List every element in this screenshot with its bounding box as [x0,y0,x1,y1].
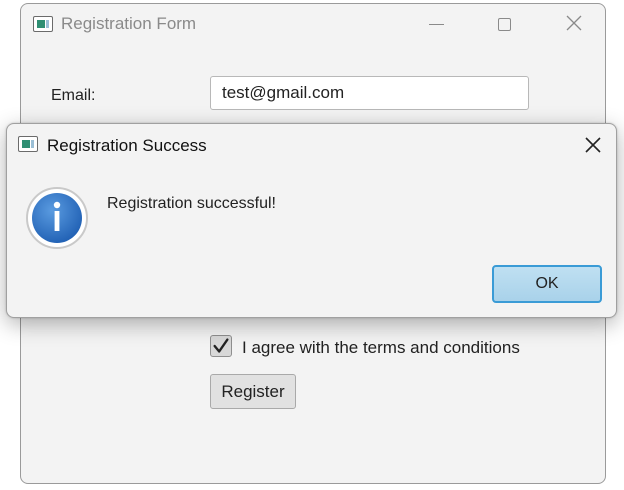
close-button[interactable] [549,4,595,46]
maximize-icon [498,18,511,31]
minimize-button[interactable] [413,4,459,46]
main-titlebar: Registration Form [21,4,605,46]
terms-checkbox[interactable] [210,335,232,357]
close-icon [566,15,582,31]
info-icon [26,187,88,249]
dialog-title: Registration Success [47,136,207,155]
checkmark-icon [213,338,229,353]
ok-button[interactable]: OK [492,265,602,303]
terms-label: I agree with the terms and conditions [242,338,520,357]
registration-success-dialog: Registration Success Registration succes… [6,123,617,318]
email-field[interactable] [210,76,529,110]
register-button[interactable]: Register [210,374,296,409]
app-icon [33,16,53,32]
dialog-close-button[interactable] [576,130,610,160]
maximize-button[interactable] [481,4,527,46]
app-icon [18,136,38,152]
email-label: Email: [51,87,96,104]
window-title: Registration Form [61,14,197,33]
minimize-icon [429,24,444,25]
success-message: Registration successful! [107,195,276,212]
close-icon [585,137,601,153]
